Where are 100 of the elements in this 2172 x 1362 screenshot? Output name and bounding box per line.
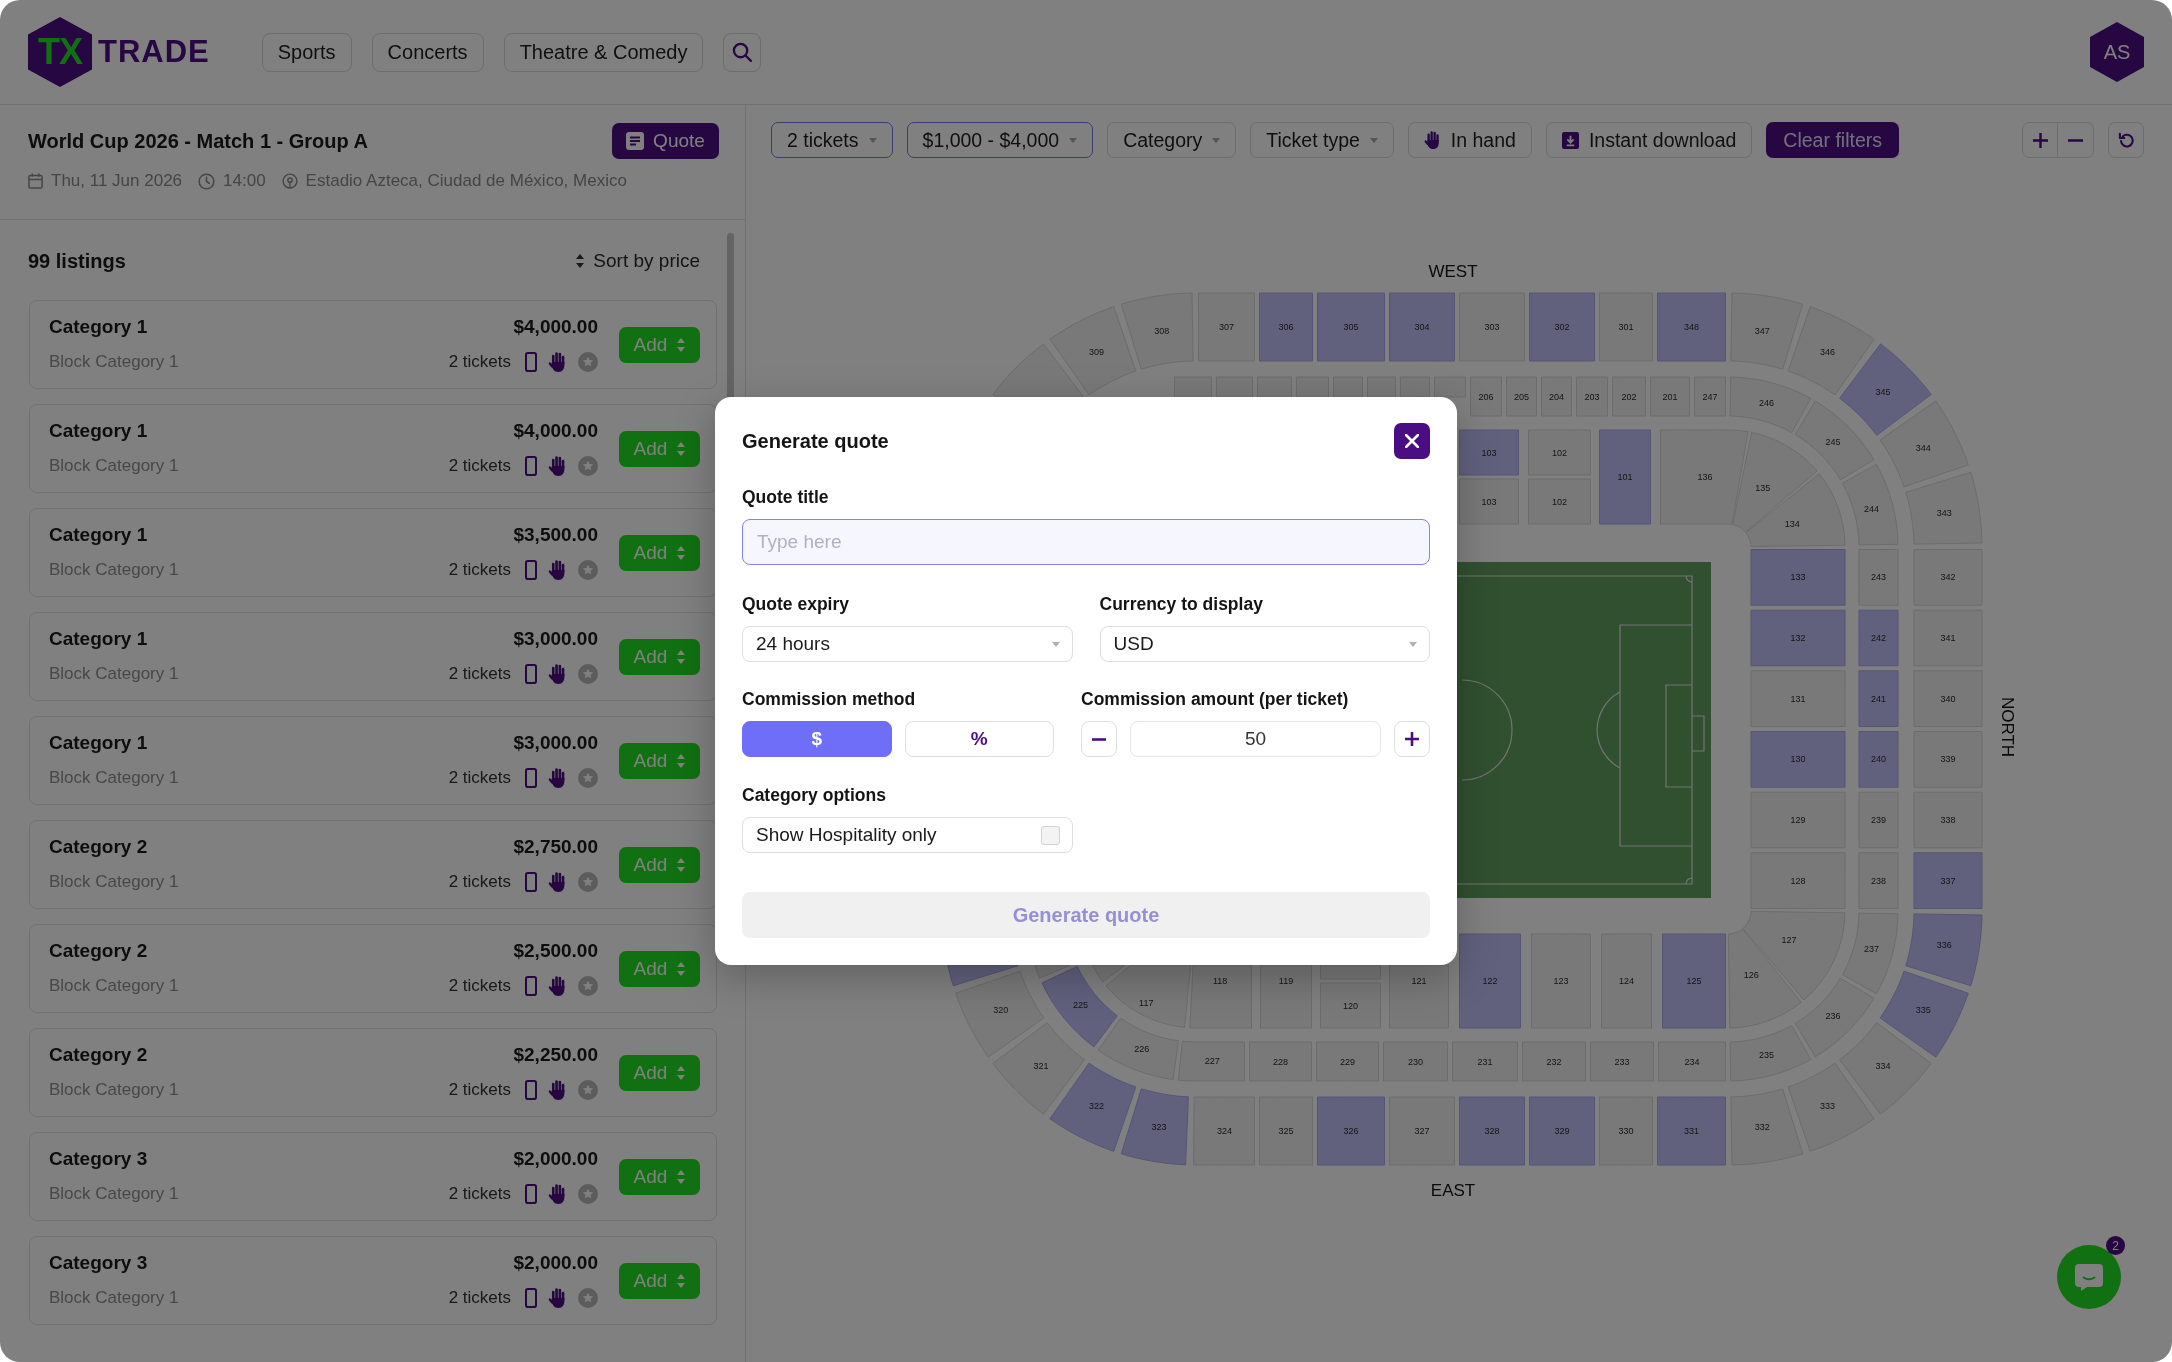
commission-amount-input[interactable]: 50 bbox=[1130, 721, 1381, 757]
seat-section[interactable]: 226 bbox=[1097, 1017, 1179, 1080]
seat-section[interactable]: 231 bbox=[1452, 1041, 1518, 1082]
seat-section[interactable]: 121 bbox=[1389, 964, 1449, 1029]
seat-section[interactable]: 103 bbox=[1459, 429, 1519, 476]
seat-section[interactable]: 337 bbox=[1913, 852, 1983, 909]
seat-section[interactable]: 241 bbox=[1858, 670, 1899, 727]
filter-dropdown[interactable]: 2 tickets bbox=[771, 122, 893, 158]
seat-section[interactable]: 123 bbox=[1531, 933, 1591, 1029]
method-toggle[interactable]: % bbox=[904, 721, 1054, 757]
seat-section[interactable]: 302 bbox=[1529, 292, 1595, 362]
seat-section[interactable]: 341 bbox=[1913, 609, 1983, 667]
seat-section[interactable]: 304 bbox=[1389, 292, 1455, 362]
nav-link[interactable]: Concerts bbox=[371, 32, 484, 72]
seat-section[interactable]: 238 bbox=[1858, 852, 1899, 909]
seat-section[interactable]: 130 bbox=[1750, 731, 1846, 788]
seat-section[interactable]: 334 bbox=[1839, 1022, 1932, 1115]
seat-section[interactable]: 131 bbox=[1750, 670, 1846, 727]
seat-section[interactable]: 321 bbox=[992, 1022, 1085, 1115]
seat-section[interactable]: 239 bbox=[1858, 791, 1899, 849]
seat-section[interactable]: 128 bbox=[1750, 852, 1846, 909]
seat-section[interactable] bbox=[1216, 376, 1253, 398]
seat-section[interactable] bbox=[1400, 376, 1430, 398]
seat-section[interactable]: 122 bbox=[1459, 933, 1521, 1029]
zoom-out-button[interactable] bbox=[2058, 122, 2094, 158]
seat-section[interactable]: 132 bbox=[1750, 609, 1846, 667]
seat-section[interactable]: 236 bbox=[1794, 977, 1875, 1058]
checkbox[interactable] bbox=[1040, 825, 1060, 845]
method-toggle[interactable]: $ bbox=[742, 721, 892, 757]
clear-filters-button[interactable]: Clear filters bbox=[1766, 122, 1899, 158]
seat-section[interactable]: 244 bbox=[1842, 463, 1899, 546]
seat-section[interactable]: 306 bbox=[1259, 292, 1313, 362]
seat-section[interactable]: 301 bbox=[1599, 292, 1653, 362]
seat-section[interactable]: 240 bbox=[1858, 731, 1899, 788]
seat-section[interactable]: 225 bbox=[1041, 965, 1118, 1048]
seat-section[interactable] bbox=[1296, 376, 1329, 398]
reset-view-button[interactable] bbox=[2108, 122, 2144, 158]
seat-section[interactable]: 206 bbox=[1470, 376, 1502, 417]
seat-section[interactable]: 232 bbox=[1522, 1041, 1586, 1082]
seat-section[interactable]: 102 bbox=[1528, 429, 1591, 476]
seat-section[interactable]: 338 bbox=[1913, 791, 1983, 849]
seat-section[interactable] bbox=[1333, 376, 1363, 398]
seat-section[interactable]: 133 bbox=[1750, 549, 1846, 606]
seat-section[interactable]: 136 bbox=[1660, 429, 1749, 525]
seat-section[interactable]: 345 bbox=[1839, 343, 1932, 436]
seat-section[interactable]: 228 bbox=[1249, 1041, 1312, 1082]
quote-button[interactable]: Quote bbox=[612, 123, 719, 159]
seat-section[interactable]: 129 bbox=[1750, 791, 1846, 849]
seat-section[interactable]: 333 bbox=[1787, 1062, 1875, 1152]
nav-link[interactable]: Sports bbox=[261, 32, 352, 72]
seat-section[interactable]: 237 bbox=[1842, 912, 1899, 995]
seat-section[interactable]: 203 bbox=[1576, 376, 1608, 417]
seat-section[interactable]: 233 bbox=[1590, 1041, 1654, 1082]
expiry-select[interactable]: 24 hours bbox=[742, 626, 1073, 662]
filter-dropdown[interactable]: Category bbox=[1107, 122, 1237, 158]
seat-section[interactable]: 342 bbox=[1913, 549, 1983, 606]
seat-section[interactable] bbox=[1367, 376, 1396, 398]
seat-section[interactable]: 348 bbox=[1657, 292, 1726, 362]
seat-section[interactable] bbox=[1257, 376, 1292, 398]
seat-section[interactable]: 227 bbox=[1177, 1040, 1245, 1082]
seat-section[interactable]: 101 bbox=[1599, 429, 1651, 525]
seat-section[interactable]: 324 bbox=[1193, 1096, 1255, 1166]
seat-section[interactable]: 245 bbox=[1794, 400, 1875, 481]
seat-section[interactable]: 328 bbox=[1459, 1096, 1525, 1166]
seat-section[interactable]: 307 bbox=[1198, 292, 1255, 362]
seat-section[interactable]: 325 bbox=[1259, 1096, 1313, 1166]
seat-section[interactable]: 118 bbox=[1189, 964, 1252, 1029]
seat-section[interactable]: 230 bbox=[1383, 1041, 1448, 1082]
seat-section[interactable]: 322 bbox=[1049, 1062, 1137, 1152]
seat-section[interactable]: 205 bbox=[1506, 376, 1537, 417]
seat-section[interactable]: 243 bbox=[1858, 549, 1899, 606]
seat-section[interactable]: 343 bbox=[1905, 471, 1983, 545]
seat-section[interactable]: 124 bbox=[1601, 933, 1652, 1029]
seat-section[interactable]: 234 bbox=[1658, 1041, 1726, 1082]
hospitality-option[interactable]: Show Hospitality only bbox=[742, 817, 1073, 853]
seat-section[interactable]: 335 bbox=[1879, 970, 1969, 1058]
close-button[interactable] bbox=[1394, 423, 1430, 459]
increase-button[interactable] bbox=[1394, 721, 1430, 757]
seat-section[interactable]: 120 bbox=[1320, 982, 1381, 1029]
seat-section[interactable]: 229 bbox=[1316, 1041, 1379, 1082]
filter-dropdown[interactable]: $1,000 - $4,000 bbox=[906, 122, 1094, 158]
seat-section[interactable]: 201 bbox=[1650, 376, 1690, 417]
seat-section[interactable]: 242 bbox=[1858, 609, 1899, 667]
seat-section[interactable]: 246 bbox=[1729, 376, 1812, 433]
filter-dropdown[interactable]: Ticket type bbox=[1250, 122, 1394, 158]
zoom-in-button[interactable] bbox=[2022, 122, 2058, 158]
seat-section[interactable] bbox=[1174, 376, 1212, 398]
seat-section[interactable]: 340 bbox=[1913, 670, 1983, 727]
seat-section[interactable]: 330 bbox=[1599, 1096, 1653, 1166]
seat-section[interactable]: 235 bbox=[1729, 1025, 1812, 1082]
seat-section[interactable]: 309 bbox=[1049, 306, 1137, 396]
seat-section[interactable]: 119 bbox=[1260, 964, 1312, 1029]
seat-section[interactable]: 329 bbox=[1529, 1096, 1595, 1166]
currency-select[interactable]: USD bbox=[1099, 626, 1430, 662]
decrease-button[interactable] bbox=[1081, 721, 1117, 757]
seat-section[interactable]: 247 bbox=[1694, 376, 1726, 417]
seat-section[interactable] bbox=[1320, 964, 1381, 980]
seat-section[interactable]: 117 bbox=[1105, 964, 1192, 1028]
seat-section[interactable]: 125 bbox=[1662, 933, 1726, 1029]
quote-title-input[interactable]: Type here bbox=[742, 519, 1430, 565]
